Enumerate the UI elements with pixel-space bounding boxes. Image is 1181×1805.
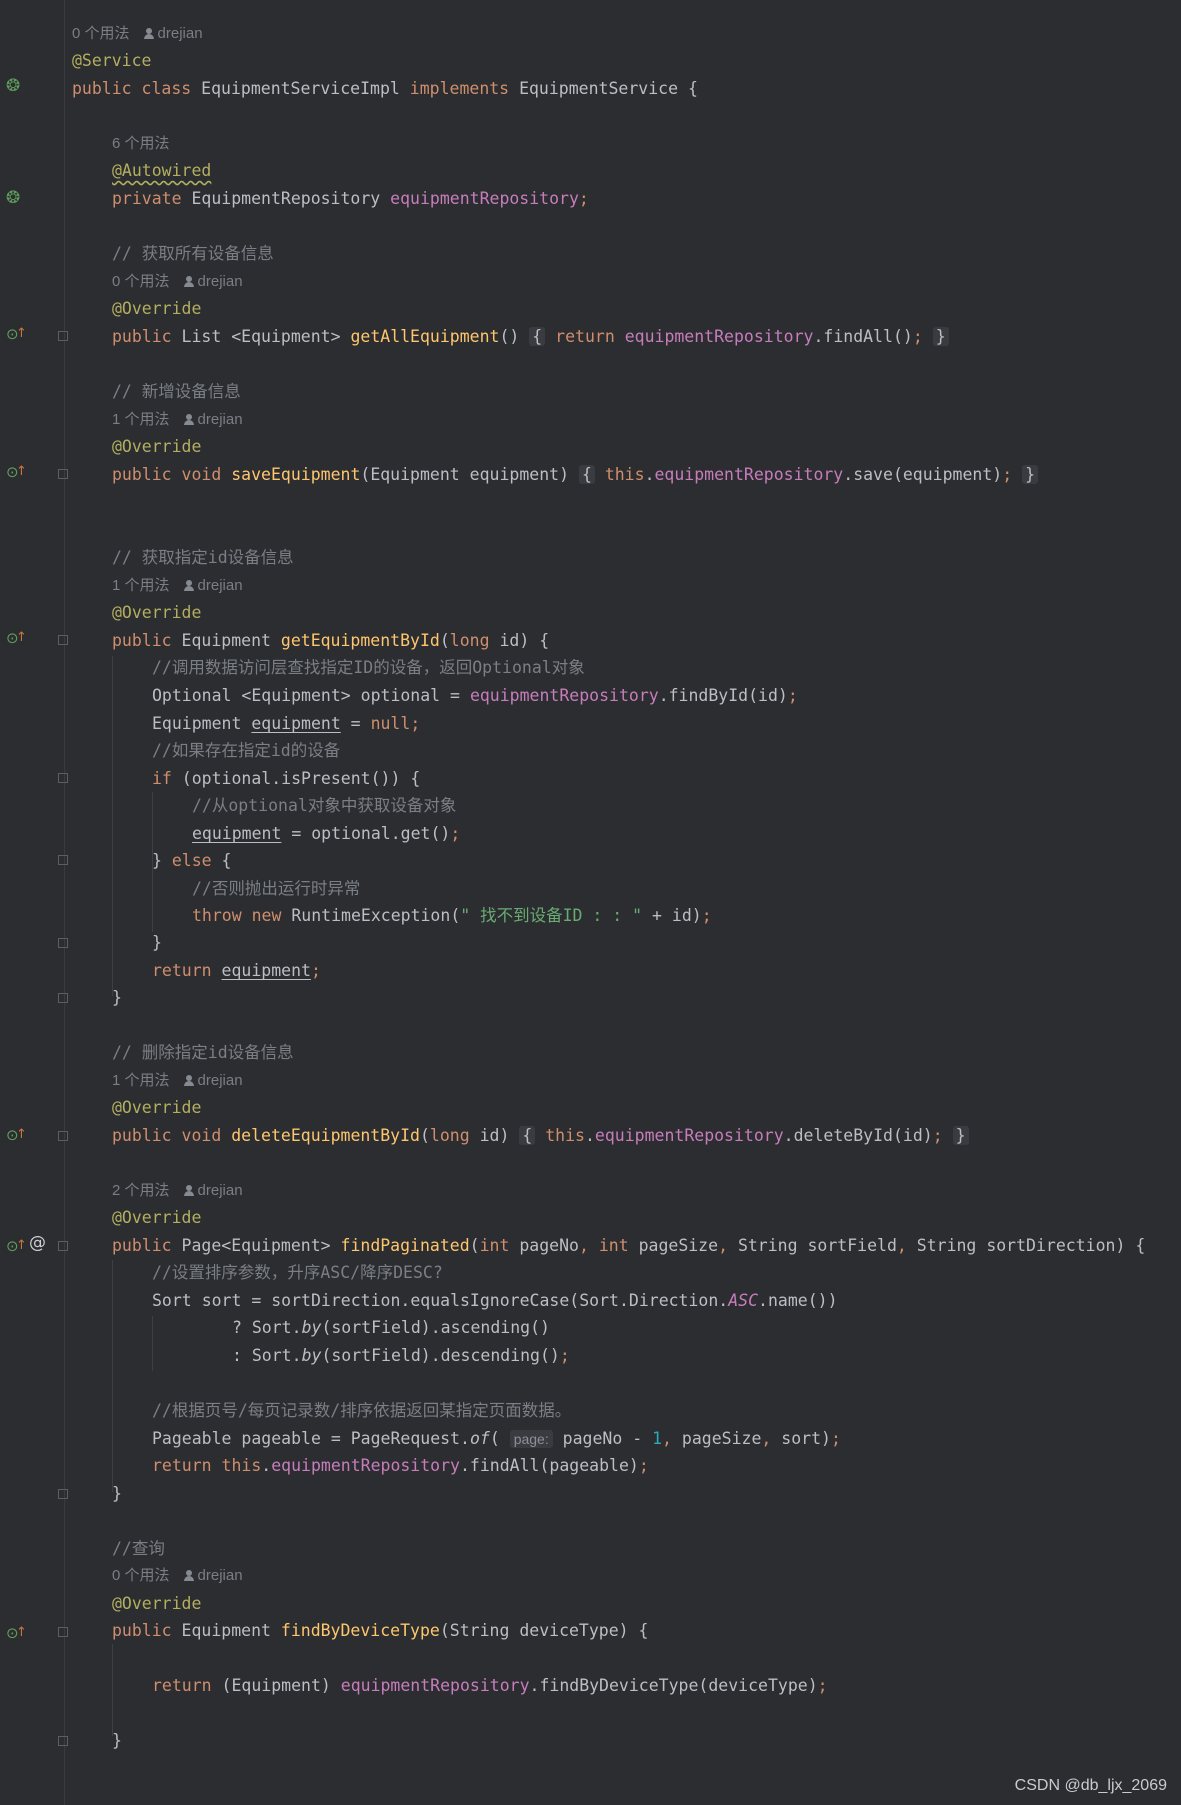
code-comment: //否则抛出运行时异常 xyxy=(192,879,361,898)
code-line: @Override xyxy=(112,1208,202,1227)
override-arrow-icon: ↑ xyxy=(16,326,27,341)
fold-marker-icon[interactable] xyxy=(58,1131,68,1141)
indent-guide xyxy=(112,1260,113,1492)
code-line: throw new RuntimeException(" 找不到设备ID : :… xyxy=(192,906,712,925)
code-line: @Service xyxy=(72,51,152,70)
code-line: @Autowired xyxy=(112,161,212,180)
fold-marker-icon[interactable] xyxy=(58,1627,68,1637)
author-icon xyxy=(183,1075,194,1086)
author-icon xyxy=(183,1185,194,1196)
spring-bean-icon[interactable]: ❂ xyxy=(6,76,20,96)
code-comment: //如果存在指定id的设备 xyxy=(152,741,341,760)
usages-hint[interactable]: 2 个用法 drejian xyxy=(112,1177,243,1204)
code-line: } xyxy=(152,933,162,952)
code-line: equipment = optional.get(); xyxy=(192,824,461,843)
code-comment: //查询 xyxy=(112,1539,165,1558)
code-line: return (Equipment) equipmentRepository.f… xyxy=(152,1676,828,1695)
author-icon xyxy=(183,1570,194,1581)
code-line: : Sort.by(sortField).descending(); xyxy=(232,1346,570,1365)
code-comment: // 删除指定id设备信息 xyxy=(112,1043,294,1062)
usages-hint[interactable]: 1 个用法 drejian xyxy=(112,406,243,433)
fold-marker-icon[interactable] xyxy=(58,773,68,783)
fold-marker-icon[interactable] xyxy=(58,855,68,865)
code-comment: //调用数据访问层查找指定ID的设备，返回Optional对象 xyxy=(152,658,585,677)
fold-marker-icon[interactable] xyxy=(58,635,68,645)
parameter-hint: page: xyxy=(509,1430,553,1448)
override-arrow-icon: ↑ xyxy=(16,464,27,479)
code-line: Equipment equipment = null; xyxy=(152,714,421,733)
author-icon xyxy=(183,276,194,287)
code-line: @Override xyxy=(112,437,202,456)
method-find-by-device-type: public Equipment findByDeviceType(String… xyxy=(112,1621,649,1640)
fold-marker-icon[interactable] xyxy=(58,469,68,479)
code-line: } else { xyxy=(152,851,232,870)
code-comment: // 获取指定id设备信息 xyxy=(112,548,294,567)
indent-guide xyxy=(112,1644,113,1736)
code-editor[interactable]: ❂ ❂ ⊙ ↑ ⊙ ↑ ⊙ ↑ ⊙ ↑ ⊙ ↑ @ ⊙ ↑ 0 个用法 dreji… xyxy=(0,0,1181,1805)
code-line: Pageable pageable = PageRequest.of( page… xyxy=(152,1429,841,1448)
fold-marker-icon[interactable] xyxy=(58,1736,68,1746)
code-line: ? Sort.by(sortField).ascending() xyxy=(232,1318,550,1337)
code-line: if (optional.isPresent()) { xyxy=(152,769,421,788)
override-arrow-icon: ↑ xyxy=(16,1625,27,1640)
method-get-all-equipment: public List <Equipment> getAllEquipment(… xyxy=(112,323,949,350)
author-icon xyxy=(143,28,154,39)
code-comment: //从optional对象中获取设备对象 xyxy=(192,796,457,815)
fold-marker-icon[interactable] xyxy=(58,331,68,341)
indent-guide xyxy=(152,1316,153,1371)
editor-gutter xyxy=(0,0,65,1805)
usages-hint[interactable]: 1 个用法 drejian xyxy=(112,1067,243,1094)
override-arrow-icon: ↑ xyxy=(16,630,27,645)
override-arrow-icon: ↑ xyxy=(16,1238,27,1253)
code-line: return this.equipmentRepository.findAll(… xyxy=(152,1456,649,1475)
code-line: } xyxy=(112,1484,122,1503)
code-comment: //根据页号/每页记录数/排序依据返回某指定页面数据。 xyxy=(152,1401,572,1420)
usages-hint[interactable]: 1 个用法 drejian xyxy=(112,572,243,599)
code-line: } xyxy=(112,1731,122,1750)
watermark: CSDN @db_ljx_2069 xyxy=(1014,1777,1167,1794)
usages-hint[interactable]: 6 个用法 xyxy=(112,130,170,157)
code-line: @Override xyxy=(112,1594,202,1613)
code-line: @Override xyxy=(112,603,202,622)
code-line: @Override xyxy=(112,299,202,318)
method-find-paginated: public Page<Equipment> findPaginated(int… xyxy=(112,1236,1146,1255)
usages-hint[interactable]: 0 个用法 drejian xyxy=(112,268,243,295)
usages-hint[interactable]: 0 个用法 drejian xyxy=(112,1562,243,1589)
author-icon xyxy=(183,414,194,425)
override-arrow-icon: ↑ xyxy=(16,1127,27,1142)
fold-marker-icon[interactable] xyxy=(58,993,68,1003)
autowired-bean-icon[interactable]: ❂ xyxy=(6,188,20,208)
code-line: Optional <Equipment> optional = equipmen… xyxy=(152,686,798,705)
code-line: } xyxy=(112,988,122,1007)
code-line: Sort sort = sortDirection.equalsIgnoreCa… xyxy=(152,1291,838,1310)
fold-marker-icon[interactable] xyxy=(58,1241,68,1251)
fold-marker-icon[interactable] xyxy=(58,1489,68,1499)
code-line: return equipment; xyxy=(152,961,321,980)
fold-marker-icon[interactable] xyxy=(58,938,68,948)
indent-guide xyxy=(112,656,113,996)
usages-hint[interactable]: 0 个用法 drejian xyxy=(72,20,203,47)
request-mapping-at-icon[interactable]: @ xyxy=(29,1233,46,1253)
class-declaration: public class EquipmentServiceImpl implem… xyxy=(72,79,698,98)
method-get-equipment-by-id: public Equipment getEquipmentById(long i… xyxy=(112,631,550,650)
code-comment: // 获取所有设备信息 xyxy=(112,244,274,263)
field-declaration: private EquipmentRepository equipmentRep… xyxy=(112,189,589,208)
code-line: @Override xyxy=(112,1098,202,1117)
code-comment: // 新增设备信息 xyxy=(112,382,241,401)
method-delete-equipment-by-id: public void deleteEquipmentById(long id)… xyxy=(112,1122,969,1149)
author-icon xyxy=(183,580,194,591)
code-comment: //设置排序参数，升序ASC/降序DESC? xyxy=(152,1263,443,1282)
method-save-equipment: public void saveEquipment(Equipment equi… xyxy=(112,461,1039,488)
